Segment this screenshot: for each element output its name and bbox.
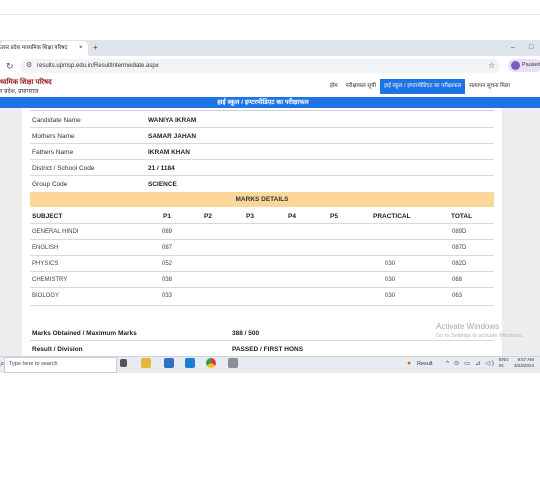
new-tab-icon[interactable]: + [93, 41, 98, 55]
divider [30, 143, 494, 144]
column-header-practical: PRACTICAL [373, 213, 411, 220]
divider [30, 287, 494, 288]
mothers-name-value: SAMAR JAHAN [148, 133, 197, 140]
system-tray-icons[interactable]: ^ ⊙ ▭ ⊿ ◁) [446, 359, 495, 369]
store-icon[interactable] [164, 358, 174, 368]
taskbar-search-placeholder[interactable]: Type here to search [9, 359, 58, 369]
site-nav: होम परीक्षाफल सूची हाई स्कूल / इण्टरमीडि… [326, 79, 514, 94]
site-logo-subtitle: र प्रदेश, प्रयागराज [0, 89, 39, 95]
chrome-icon[interactable] [206, 358, 216, 368]
table-row-practical: 030 [385, 277, 396, 283]
table-row-p1: 038 [162, 277, 173, 283]
task-view-icon[interactable] [120, 359, 127, 367]
bookmark-star-icon[interactable]: ☆ [488, 60, 495, 71]
table-row-p1: 052 [162, 261, 173, 267]
activate-windows-watermark: Activate Windows [436, 322, 500, 331]
table-row-subject: BIOLOGY [32, 293, 60, 299]
table-row-p1: 089 [162, 229, 173, 235]
tab-title: उत्तर प्रदेश माध्यमिक शिक्षा परिषद [0, 45, 68, 51]
language-indicator[interactable]: ENG IN [499, 357, 509, 369]
divider [30, 340, 494, 341]
clock[interactable]: 9:57 AM 3/22/2024 [514, 357, 534, 369]
divider [30, 271, 494, 272]
table-row-practical: 030 [385, 261, 396, 267]
table-row-total: 087D [452, 245, 467, 251]
minimize-icon[interactable]: – [511, 41, 515, 55]
table-row-total: 063 [452, 293, 463, 299]
divider [30, 127, 494, 128]
divider [30, 239, 494, 240]
marks-obtained-label: Marks Obtained / Maximum Marks [32, 330, 137, 337]
maximize-icon[interactable]: □ [529, 41, 533, 55]
clock-date: 3/22/2024 [514, 363, 535, 368]
group-code-label: Group Code [32, 181, 68, 188]
column-header-p4: P4 [288, 213, 296, 220]
nav-home[interactable]: होम [326, 79, 342, 94]
table-row-subject: CHEMISTRY [32, 277, 68, 283]
divider [30, 175, 494, 176]
nav-result-list[interactable]: परीक्षाफल सूची [342, 79, 380, 94]
fathers-name-value: IKRAM KHAN [148, 149, 190, 156]
url-text[interactable]: results.upmsp.edu.in/ResultIntermediate.… [37, 61, 159, 71]
page-title: हाई स्कूल / इण्टरमीडिएट का परीक्षाफल [217, 99, 309, 106]
table-row-total: 068 [452, 277, 463, 283]
divider [30, 110, 494, 111]
nav-hs-inter-result[interactable]: हाई स्कूल / इण्टरमीडिएट का परीक्षाफल [379, 79, 466, 94]
tab-close-icon[interactable]: × [79, 41, 83, 56]
district-school-code-label: District / School Code [32, 165, 95, 172]
divider [30, 305, 494, 306]
table-row-subject: ENGLISH [32, 245, 59, 251]
site-logo-title: ध्यमिक शिक्षा परिषद [0, 79, 52, 86]
search-icon[interactable]: ⌕ [0, 359, 4, 369]
reload-icon[interactable]: ↻ [6, 60, 14, 72]
column-header-p3: P3 [246, 213, 254, 220]
profile-status: Paused [522, 62, 540, 68]
result-division-label: Result / Division [32, 346, 83, 353]
weather-label[interactable]: Result [417, 360, 433, 369]
top-divider [0, 14, 540, 15]
group-code-value: SCIENCE [148, 181, 177, 188]
district-school-code-value: 21 / 1184 [148, 165, 175, 172]
table-row-subject: GENERAL HINDI [32, 229, 79, 235]
table-row-total: 089D [452, 229, 467, 235]
column-header-subject: SUBJECT [32, 213, 63, 220]
candidate-name-label: Candidate Name [32, 117, 81, 124]
settings-icon[interactable] [228, 358, 238, 368]
mothers-name-label: Mothers Name [32, 133, 75, 140]
marks-obtained-value: 388 / 500 [232, 330, 260, 337]
result-panel [22, 108, 502, 356]
browser-tab[interactable]: उत्तर प्रदेश माध्यमिक शिक्षा परिषद × [0, 41, 88, 56]
avatar [511, 61, 520, 70]
nav-verification[interactable]: सत्यापन सूचना मिला [465, 79, 514, 94]
candidate-name-value: WANIYA IKRAM [148, 117, 197, 124]
marks-details-title: MARKS DETAILS [235, 196, 289, 203]
file-explorer-icon[interactable] [141, 358, 151, 368]
region-code: IN [499, 363, 504, 368]
divider [30, 223, 494, 224]
result-division-value: PASSED / FIRST HONS [232, 346, 304, 353]
weather-icon[interactable]: ● [407, 359, 411, 369]
site-info-icon[interactable]: ⚙ [26, 61, 32, 71]
column-header-p5: P5 [330, 213, 338, 220]
divider [30, 159, 494, 160]
table-row-subject: PHYSICS [32, 261, 59, 267]
fathers-name-label: Fathers Name [32, 149, 74, 156]
activate-windows-hint: Go to Settings to activate Windows. [436, 333, 523, 339]
column-header-total: TOTAL [451, 213, 473, 220]
divider [30, 255, 494, 256]
table-row-p1: 033 [162, 293, 173, 299]
table-row-total: 082D [452, 261, 467, 267]
table-row-practical: 030 [385, 293, 396, 299]
column-header-p1: P1 [163, 213, 171, 220]
table-row-p1: 087 [162, 245, 173, 251]
column-header-p2: P2 [204, 213, 212, 220]
mail-icon[interactable] [185, 358, 195, 368]
